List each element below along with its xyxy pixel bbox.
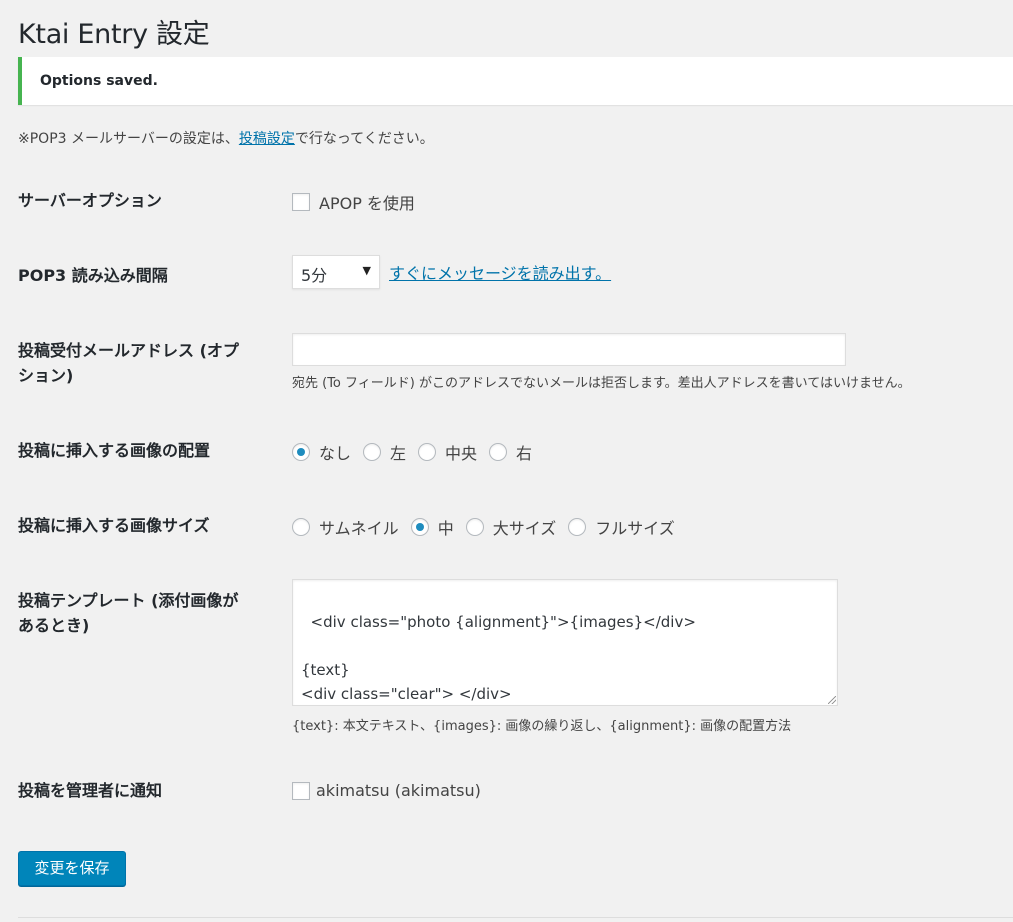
pop3-interval-value: 5分 [301, 266, 328, 285]
size-large-label: 大サイズ [492, 519, 557, 538]
save-changes-button[interactable]: 変更を保存 [18, 851, 126, 886]
radio-size-medium[interactable] [410, 518, 429, 536]
intro-after: で行なってください。 [294, 131, 434, 147]
template-description: {text}: 本文テキスト、{images}: 画像の繰り返し、{alignm… [292, 719, 792, 734]
align-center-label: 中央 [445, 444, 478, 463]
align-right-label: 右 [516, 444, 533, 463]
notify-user-checkbox[interactable] [292, 781, 310, 800]
image-alignment-group: なし 左 中央 右 [292, 440, 544, 464]
apop-option[interactable]: APOP を使用 [292, 190, 427, 214]
radio-align-right[interactable] [489, 443, 508, 461]
template-label: 投稿テンプレート (添付画像が あるとき) [18, 588, 268, 638]
radio-size-full[interactable] [568, 518, 587, 536]
radio-size-large[interactable] [465, 518, 484, 536]
dropdown-arrow-icon: ▼ [362, 264, 371, 277]
image-alignment-label: 投稿に挿入する画像の配置 [18, 441, 211, 460]
read-messages-now-link[interactable]: すぐにメッセージを読み出す。 [389, 260, 611, 284]
template-text: <div class="photo {alignment}">{images}<… [301, 613, 696, 703]
footer-divider [18, 917, 1013, 918]
intro-text: ※POP3 メールサーバーの設定は、投稿設定で行なってください。 [18, 128, 434, 148]
size-thumbnail-label: サムネイル [319, 519, 399, 538]
post-address-label-line2: ション) [18, 366, 74, 385]
radio-align-center[interactable] [418, 443, 437, 461]
post-address-input[interactable] [292, 333, 846, 366]
radio-align-left[interactable] [363, 443, 382, 461]
post-address-description: 宛先 (To フィールド) がこのアドレスでないメールは拒否します。差出人アドレ… [292, 376, 911, 391]
apop-label: APOP を使用 [319, 194, 415, 213]
pop3-interval-label: POP3 読み込み間隔 [18, 266, 168, 285]
align-left-label: 左 [390, 444, 407, 463]
notice-text: Options saved. [40, 73, 158, 89]
apop-checkbox[interactable] [292, 193, 310, 211]
align-none-label: なし [319, 444, 352, 463]
post-address-label-line1: 投稿受付メールアドレス (オプ [18, 341, 239, 360]
page-title: Ktai Entry 設定 [18, 19, 210, 50]
options-saved-notice: Options saved. [18, 57, 1013, 105]
post-address-label: 投稿受付メールアドレス (オプ ション) [18, 338, 268, 388]
radio-size-thumbnail[interactable] [292, 518, 310, 536]
image-size-group: サムネイル 中 大サイズ フルサイズ [292, 515, 687, 539]
pop3-interval-select[interactable]: 5分 ▼ [292, 255, 380, 289]
template-label-line1: 投稿テンプレート (添付画像が [18, 591, 239, 610]
notify-user-option[interactable]: akimatsu (akimatsu) [292, 780, 493, 800]
template-textarea[interactable]: <div class="photo {alignment}">{images}<… [292, 579, 838, 706]
intro-before: ※POP3 メールサーバーの設定は、 [18, 131, 239, 147]
radio-align-none[interactable] [292, 443, 310, 461]
posting-settings-link[interactable]: 投稿設定 [239, 131, 295, 147]
image-size-label: 投稿に挿入する画像サイズ [18, 516, 210, 535]
size-full-label: フルサイズ [595, 519, 675, 538]
notify-user-label: akimatsu (akimatsu) [316, 781, 481, 800]
template-label-line2: あるとき) [18, 616, 90, 635]
size-medium-label: 中 [437, 519, 454, 538]
resize-handle-icon[interactable] [828, 696, 836, 704]
server-options-label: サーバーオプション [18, 191, 162, 210]
notify-admin-label: 投稿を管理者に通知 [18, 781, 163, 800]
